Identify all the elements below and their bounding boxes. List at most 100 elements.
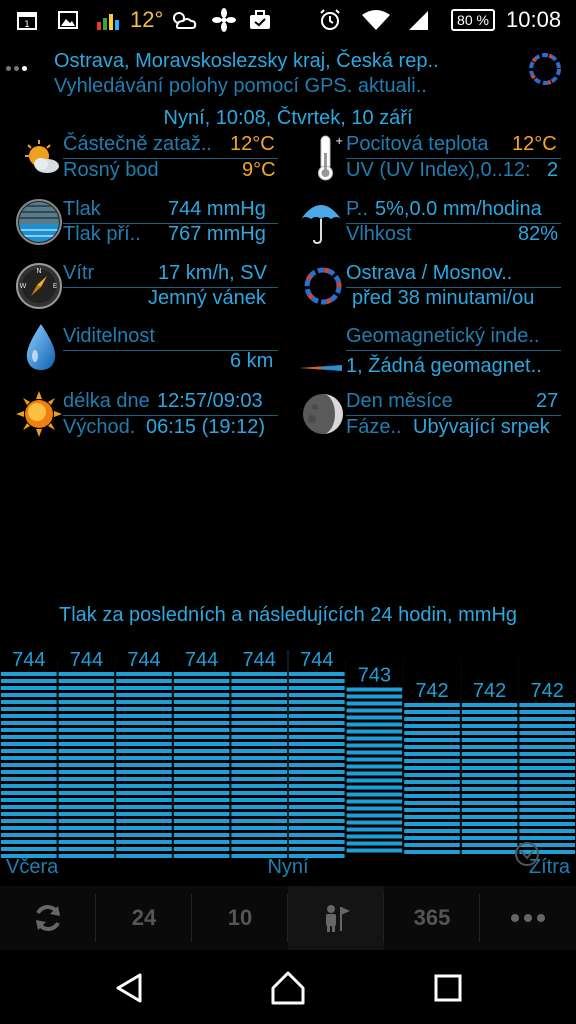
- sunrise-label: Východ.: [63, 416, 136, 438]
- sea-pressure-label: Tlak pří..: [63, 223, 141, 245]
- visibility-label: Viditelnost: [63, 325, 155, 347]
- condition-value: 12°C: [230, 133, 275, 155]
- moon-phase-label: Fáze..: [346, 416, 402, 438]
- humidity-value: 82%: [518, 223, 559, 245]
- battery-icon: 80 %: [451, 9, 495, 31]
- briefcase-icon: [246, 8, 274, 32]
- stocks-icon: [93, 8, 123, 32]
- tab-10-days[interactable]: 10: [192, 886, 288, 950]
- svg-text:E: E: [53, 282, 57, 290]
- location-title[interactable]: Ostrava, Moravskoslezsky kraj, Česká rep…: [54, 50, 439, 73]
- visibility-value: 6 km: [230, 350, 274, 372]
- precipitation-label: P..: [346, 198, 368, 220]
- location-subtitle: Vyhledávání polohy pomocí GPS. aktuali..: [54, 75, 427, 97]
- tab-365-days[interactable]: 365: [384, 886, 480, 950]
- x-label-tomorrow: Zítra: [529, 856, 571, 878]
- partly-cloudy-icon: [16, 133, 66, 183]
- uv-index-value: 2: [547, 159, 559, 181]
- image-icon: [55, 8, 81, 32]
- settings-ring-icon[interactable]: [526, 50, 564, 88]
- svg-text:W: W: [20, 282, 27, 290]
- chart-bar: [404, 703, 460, 854]
- condition-label: Částečně zataž..: [63, 133, 212, 155]
- chart-bar: [231, 672, 287, 858]
- bar-value-label: 744: [185, 649, 218, 671]
- feels-like-value: 12°C: [512, 133, 557, 155]
- geomagnetic-value: 1, Žádná geomagnet..: [346, 355, 542, 377]
- more-button[interactable]: [480, 886, 576, 950]
- geomagnetic-icon: [298, 348, 344, 388]
- wind-description: Jemný vánek: [148, 287, 266, 309]
- status-time: 10:08: [506, 7, 562, 32]
- recents-icon[interactable]: [428, 970, 468, 1006]
- day-length-label: délka dne: [63, 390, 150, 412]
- weather-cloud-icon: [168, 8, 198, 32]
- precipitation-value: 5%,0.0 mm/hodina: [375, 198, 542, 220]
- moon-day-value: 27: [536, 390, 559, 412]
- divider: [346, 350, 561, 351]
- x-label-now: Nyní: [267, 856, 309, 878]
- umbrella-icon: [296, 196, 346, 246]
- bar-value-label: 744: [70, 649, 103, 671]
- sea-pressure-value: 767 mmHg: [168, 223, 266, 245]
- chart-title: Tlak za posledních a následujících 24 ho…: [58, 604, 518, 626]
- chart-bar: [1, 672, 57, 858]
- bar-value-label: 744: [300, 649, 333, 671]
- station-updated: před 38 minutami/ou: [352, 287, 535, 309]
- wind-label: Vítr: [63, 262, 95, 284]
- home-icon[interactable]: [268, 970, 308, 1006]
- chart-bar: [461, 703, 518, 854]
- day-length-value: 12:57/09:03: [157, 390, 263, 412]
- chart-bar: [58, 672, 115, 858]
- dew-point-label: Rosný bod: [63, 159, 159, 181]
- bar-value-label: 744: [12, 649, 45, 671]
- station-ring-icon: [298, 261, 348, 311]
- moon-icon: [298, 389, 348, 439]
- signal-icon: [405, 8, 431, 32]
- station-name[interactable]: Ostrava / Mosnov..: [346, 262, 512, 285]
- bottom-toolbar: 24 10 365: [0, 886, 576, 950]
- alarm-icon: [316, 8, 344, 32]
- chart-bar: [519, 703, 575, 854]
- geomagnetic-label: Geomagnetický inde..: [346, 325, 540, 347]
- bar-value-label: 742: [531, 680, 564, 702]
- status-bar: 1 12° 80 % 10:08: [0, 0, 576, 40]
- humidity-label: Vlhkost: [346, 223, 412, 245]
- more-icon: [511, 914, 545, 922]
- chart-bar: [116, 672, 172, 858]
- moon-phase-value: Ubývající srpek: [413, 416, 550, 438]
- raindrop-icon: [16, 323, 66, 373]
- tab-current[interactable]: [288, 886, 384, 950]
- pressure-label: Tlak: [63, 198, 101, 220]
- back-icon[interactable]: [110, 970, 150, 1006]
- refresh-icon: [36, 905, 60, 931]
- dew-point-value: 9°C: [242, 159, 276, 181]
- chart-bar: [346, 687, 403, 853]
- barometer-icon: [14, 197, 64, 247]
- current-datetime: Nyní, 10:08, Čtvrtek, 10 září: [163, 107, 413, 129]
- person-flag-icon: [326, 905, 350, 932]
- sunrise-value: 06:15 (19:12): [146, 416, 265, 438]
- page-indicator: [6, 58, 30, 76]
- svg-text:1: 1: [24, 20, 30, 30]
- bar-value-label: 742: [415, 680, 448, 702]
- status-temperature: 12°: [130, 7, 164, 32]
- refresh-button[interactable]: [0, 886, 96, 950]
- fan-icon: [210, 8, 238, 32]
- tab-24-hours[interactable]: 24: [96, 886, 192, 950]
- compass-icon: N E W: [14, 261, 64, 311]
- bar-value-label: 742: [473, 680, 506, 702]
- bar-value-label: 743: [358, 665, 391, 687]
- calendar-icon: 1: [14, 8, 40, 32]
- x-label-yesterday: Včera: [6, 856, 59, 878]
- wifi-icon: [360, 8, 392, 32]
- bar-value-label: 744: [127, 649, 160, 671]
- thermometer-icon: +: [300, 133, 350, 183]
- svg-text:N: N: [36, 267, 41, 275]
- feels-like-label: Pocitová teplota: [346, 133, 489, 155]
- wind-value: 17 km/h, SV: [158, 262, 267, 284]
- pressure-chart[interactable]: 744 744 744 744 744 744 743 742 742 742 Včera Nyní Z…: [0, 630, 576, 885]
- navigation-bar: [0, 950, 576, 1024]
- chart-bar: [289, 672, 345, 858]
- chart-bar: [173, 672, 230, 858]
